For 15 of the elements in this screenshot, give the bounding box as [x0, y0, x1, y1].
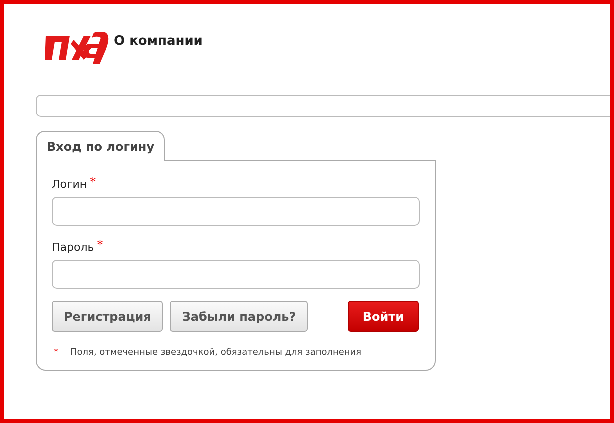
login-tab[interactable]: Вход по логину [36, 131, 165, 161]
required-mark: * [53, 348, 58, 358]
required-note: Поля, отмеченные звездочкой, обязательны для заполнения [70, 348, 362, 358]
field-label: Логин [52, 178, 88, 191]
logo-icon [44, 30, 110, 66]
secondary-button[interactable]: Забыли пароль? [170, 301, 308, 332]
input-field[interactable] [52, 197, 420, 226]
input-field[interactable] [52, 260, 420, 289]
required-mark: * [90, 175, 96, 189]
search-field[interactable] [36, 95, 610, 117]
required-mark: * [97, 238, 104, 252]
secondary-button[interactable]: Регистрация [52, 301, 164, 332]
company-link[interactable]: О компании [114, 34, 203, 49]
field-label: Пароль [52, 241, 94, 254]
login-button[interactable]: Войти [348, 301, 419, 332]
